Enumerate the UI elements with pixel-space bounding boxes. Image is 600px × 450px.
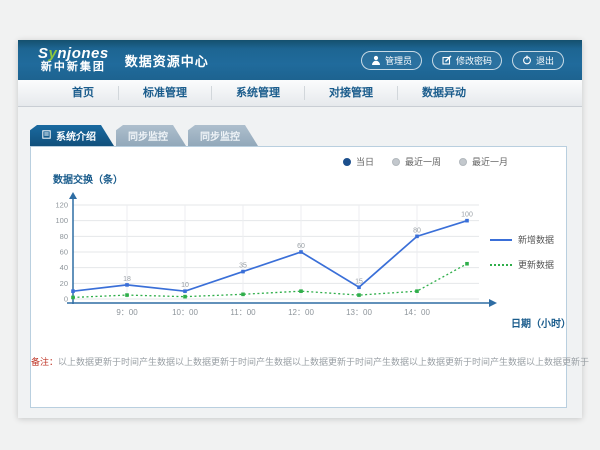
form-icon bbox=[42, 130, 51, 142]
chart-panel: 当日 最近一周 最近一月 数据交换（条） 0 20 40 60 80 100 120 9：00… bbox=[30, 146, 567, 408]
user-icon bbox=[371, 55, 381, 65]
header: Synjones 新中新集团 数据资源中心 管理员 修改密码 退出 bbox=[18, 40, 582, 80]
time-range-filters: 当日 最近一周 最近一月 bbox=[343, 155, 508, 168]
svg-text:10: 10 bbox=[181, 282, 189, 289]
tab-sync-monitor-1[interactable]: 同步监控 bbox=[116, 125, 186, 146]
nav-item-home[interactable]: 首页 bbox=[48, 86, 119, 100]
x-axis-label: 日期（小时） bbox=[511, 315, 571, 330]
filter-today[interactable]: 当日 bbox=[343, 155, 374, 168]
svg-text:10：00: 10：00 bbox=[172, 308, 198, 317]
svg-text:13：00: 13：00 bbox=[346, 308, 372, 317]
tab-system-intro[interactable]: 系统介绍 bbox=[30, 125, 114, 146]
change-password-button[interactable]: 修改密码 bbox=[432, 51, 502, 70]
svg-text:120: 120 bbox=[55, 201, 68, 210]
main-nav: 首页 标准管理 系统管理 对接管理 数据异动 bbox=[18, 80, 582, 107]
logo-subtitle: 新中新集团 bbox=[41, 62, 106, 74]
svg-text:100: 100 bbox=[55, 216, 68, 225]
tab-bar: 系统介绍 同步监控 同步监控 bbox=[30, 125, 260, 146]
svg-text:35: 35 bbox=[239, 263, 247, 270]
svg-text:80: 80 bbox=[60, 232, 68, 241]
svg-text:20: 20 bbox=[60, 279, 68, 288]
legend-item-new-data: 新增数据 bbox=[490, 233, 554, 246]
solid-line-swatch bbox=[490, 239, 512, 241]
chart-legend: 新增数据 更新数据 bbox=[490, 233, 554, 271]
svg-text:11：00: 11：00 bbox=[230, 308, 256, 317]
svg-text:60: 60 bbox=[60, 248, 68, 257]
app-window: Synjones 新中新集团 数据资源中心 管理员 修改密码 退出 首页 标准管… bbox=[18, 40, 582, 418]
nav-item-system-mgmt[interactable]: 系统管理 bbox=[212, 86, 305, 100]
nav-item-standard-mgmt[interactable]: 标准管理 bbox=[119, 86, 212, 100]
footnote-text: 以上数据更新于时间产生数据以上数据更新于时间产生数据以上数据更新于时间产生数据以… bbox=[58, 357, 589, 367]
svg-text:40: 40 bbox=[60, 263, 68, 272]
footnote: 备注：以上数据更新于时间产生数据以上数据更新于时间产生数据以上数据更新于时间产生… bbox=[31, 355, 566, 368]
svg-text:15: 15 bbox=[355, 278, 363, 285]
radio-icon bbox=[392, 158, 400, 166]
svg-text:100: 100 bbox=[461, 212, 473, 219]
svg-text:80: 80 bbox=[413, 227, 421, 234]
logout-button[interactable]: 退出 bbox=[512, 51, 564, 70]
nav-item-data-change[interactable]: 数据异动 bbox=[398, 86, 490, 100]
user-button[interactable]: 管理员 bbox=[361, 51, 422, 70]
filter-last-week[interactable]: 最近一周 bbox=[392, 155, 441, 168]
legend-item-updated-data: 更新数据 bbox=[490, 258, 554, 271]
svg-text:14：00: 14：00 bbox=[404, 308, 430, 317]
page-title: 数据资源中心 bbox=[125, 51, 209, 70]
svg-text:9：00: 9：00 bbox=[116, 308, 138, 317]
line-chart: 0 20 40 60 80 100 120 9：00 10：00 11：00 12：00 13：00 1… bbox=[39, 191, 501, 323]
radio-icon bbox=[343, 158, 351, 166]
nav-item-interface-mgmt[interactable]: 对接管理 bbox=[305, 86, 398, 100]
radio-icon bbox=[459, 158, 467, 166]
svg-text:12：00: 12：00 bbox=[288, 308, 314, 317]
svg-text:60: 60 bbox=[297, 243, 305, 250]
y-axis-label: 数据交换（条） bbox=[53, 171, 123, 186]
svg-text:18: 18 bbox=[123, 276, 131, 283]
edit-icon bbox=[442, 55, 452, 65]
svg-text:0: 0 bbox=[64, 295, 68, 304]
logo: Synjones 新中新集团 bbox=[38, 46, 109, 73]
header-actions: 管理员 修改密码 退出 bbox=[361, 51, 564, 70]
power-icon bbox=[522, 55, 532, 65]
logo-wordmark: Synjones bbox=[38, 46, 109, 62]
tab-sync-monitor-2[interactable]: 同步监控 bbox=[188, 125, 258, 146]
footnote-label: 备注： bbox=[31, 357, 58, 367]
dotted-line-swatch bbox=[490, 264, 512, 266]
content-area: 系统介绍 同步监控 同步监控 当日 最近一周 最近一月 数据交换（条） 0 20 4… bbox=[18, 107, 582, 418]
filter-last-month[interactable]: 最近一月 bbox=[459, 155, 508, 168]
